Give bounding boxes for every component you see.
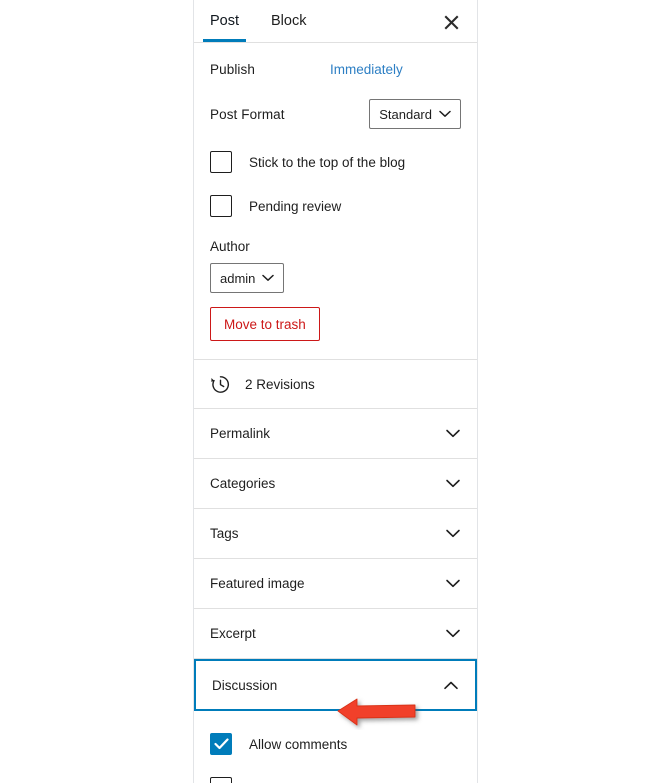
publish-date-button[interactable]: Immediately [330, 62, 403, 77]
post-format-row: Post Format Standard [194, 91, 477, 137]
chevron-down-icon [446, 479, 460, 488]
panel-categories: Categories [194, 459, 477, 509]
post-settings-sidebar: Post Block Publish Immediately Post Form… [193, 0, 478, 783]
checkmark-icon [213, 738, 229, 750]
close-icon [444, 15, 458, 29]
sidebar-tabbar: Post Block [194, 0, 477, 43]
panel-title-permalink: Permalink [210, 426, 271, 441]
revisions-label: 2 Revisions [245, 376, 315, 392]
panel-discussion: Discussion [194, 659, 477, 711]
chevron-down-icon [446, 529, 460, 538]
publish-label: Publish [210, 61, 255, 77]
pending-review-checkbox-row[interactable]: Pending review [194, 186, 477, 226]
allow-pingbacks-checkbox[interactable] [210, 777, 232, 783]
publish-row: Publish Immediately [194, 47, 477, 91]
tab-post-label: Post [210, 13, 240, 29]
author-value: admin [220, 270, 256, 286]
panel-permalink: Permalink [194, 409, 477, 459]
sticky-checkbox[interactable] [210, 151, 232, 173]
tab-block[interactable]: Block [255, 0, 322, 42]
panel-tags: Tags [194, 509, 477, 559]
chevron-down-icon [446, 429, 460, 438]
post-format-label: Post Format [210, 106, 285, 122]
tab-post[interactable]: Post [194, 0, 255, 42]
author-select[interactable]: admin [210, 263, 285, 293]
pending-review-checkbox-label: Pending review [249, 198, 342, 214]
tabbar-divider [194, 42, 477, 43]
author-select-wrap: admin [194, 263, 477, 293]
allow-pingbacks-row[interactable]: Allow pingbacks & trackbacks [194, 768, 477, 783]
panel-title-excerpt: Excerpt [210, 626, 256, 641]
chevron-up-icon [444, 681, 458, 689]
panel-header-categories[interactable]: Categories [194, 459, 477, 508]
pending-review-checkbox[interactable] [210, 195, 232, 217]
post-format-value: Standard [379, 106, 432, 122]
allow-comments-label: Allow comments [249, 736, 348, 752]
panel-featured-image: Featured image [194, 559, 477, 609]
panel-excerpt: Excerpt [194, 609, 477, 659]
close-sidebar-button[interactable] [435, 6, 467, 38]
revisions-clock-icon [211, 375, 229, 393]
sticky-checkbox-label: Stick to the top of the blog [249, 154, 406, 170]
chevron-down-icon [262, 274, 275, 281]
screen-root: Post Block Publish Immediately Post Form… [0, 0, 670, 783]
panel-title-featured-image: Featured image [210, 576, 305, 591]
tab-block-label: Block [271, 13, 307, 29]
panel-header-permalink[interactable]: Permalink [194, 409, 477, 458]
chevron-down-icon [446, 579, 460, 588]
allow-comments-checkbox[interactable] [210, 733, 232, 755]
panel-header-excerpt[interactable]: Excerpt [194, 609, 477, 658]
panel-header-featured-image[interactable]: Featured image [194, 559, 477, 608]
panel-title-categories: Categories [210, 476, 276, 491]
chevron-down-icon [439, 110, 451, 117]
author-label: Author [210, 239, 250, 254]
trash-wrap: Move to trash [194, 307, 477, 359]
chevron-down-icon [446, 629, 460, 638]
panel-title-tags: Tags [210, 526, 239, 541]
sticky-checkbox-row[interactable]: Stick to the top of the blog [194, 142, 477, 182]
panel-title-discussion: Discussion [212, 677, 278, 693]
move-to-trash-button[interactable]: Move to trash [210, 307, 320, 341]
allow-comments-row[interactable]: Allow comments [194, 724, 477, 764]
panel-header-discussion[interactable]: Discussion [194, 659, 477, 711]
post-format-select[interactable]: Standard [369, 99, 461, 129]
revisions-row[interactable]: 2 Revisions [194, 360, 477, 408]
panel-header-tags[interactable]: Tags [194, 509, 477, 558]
